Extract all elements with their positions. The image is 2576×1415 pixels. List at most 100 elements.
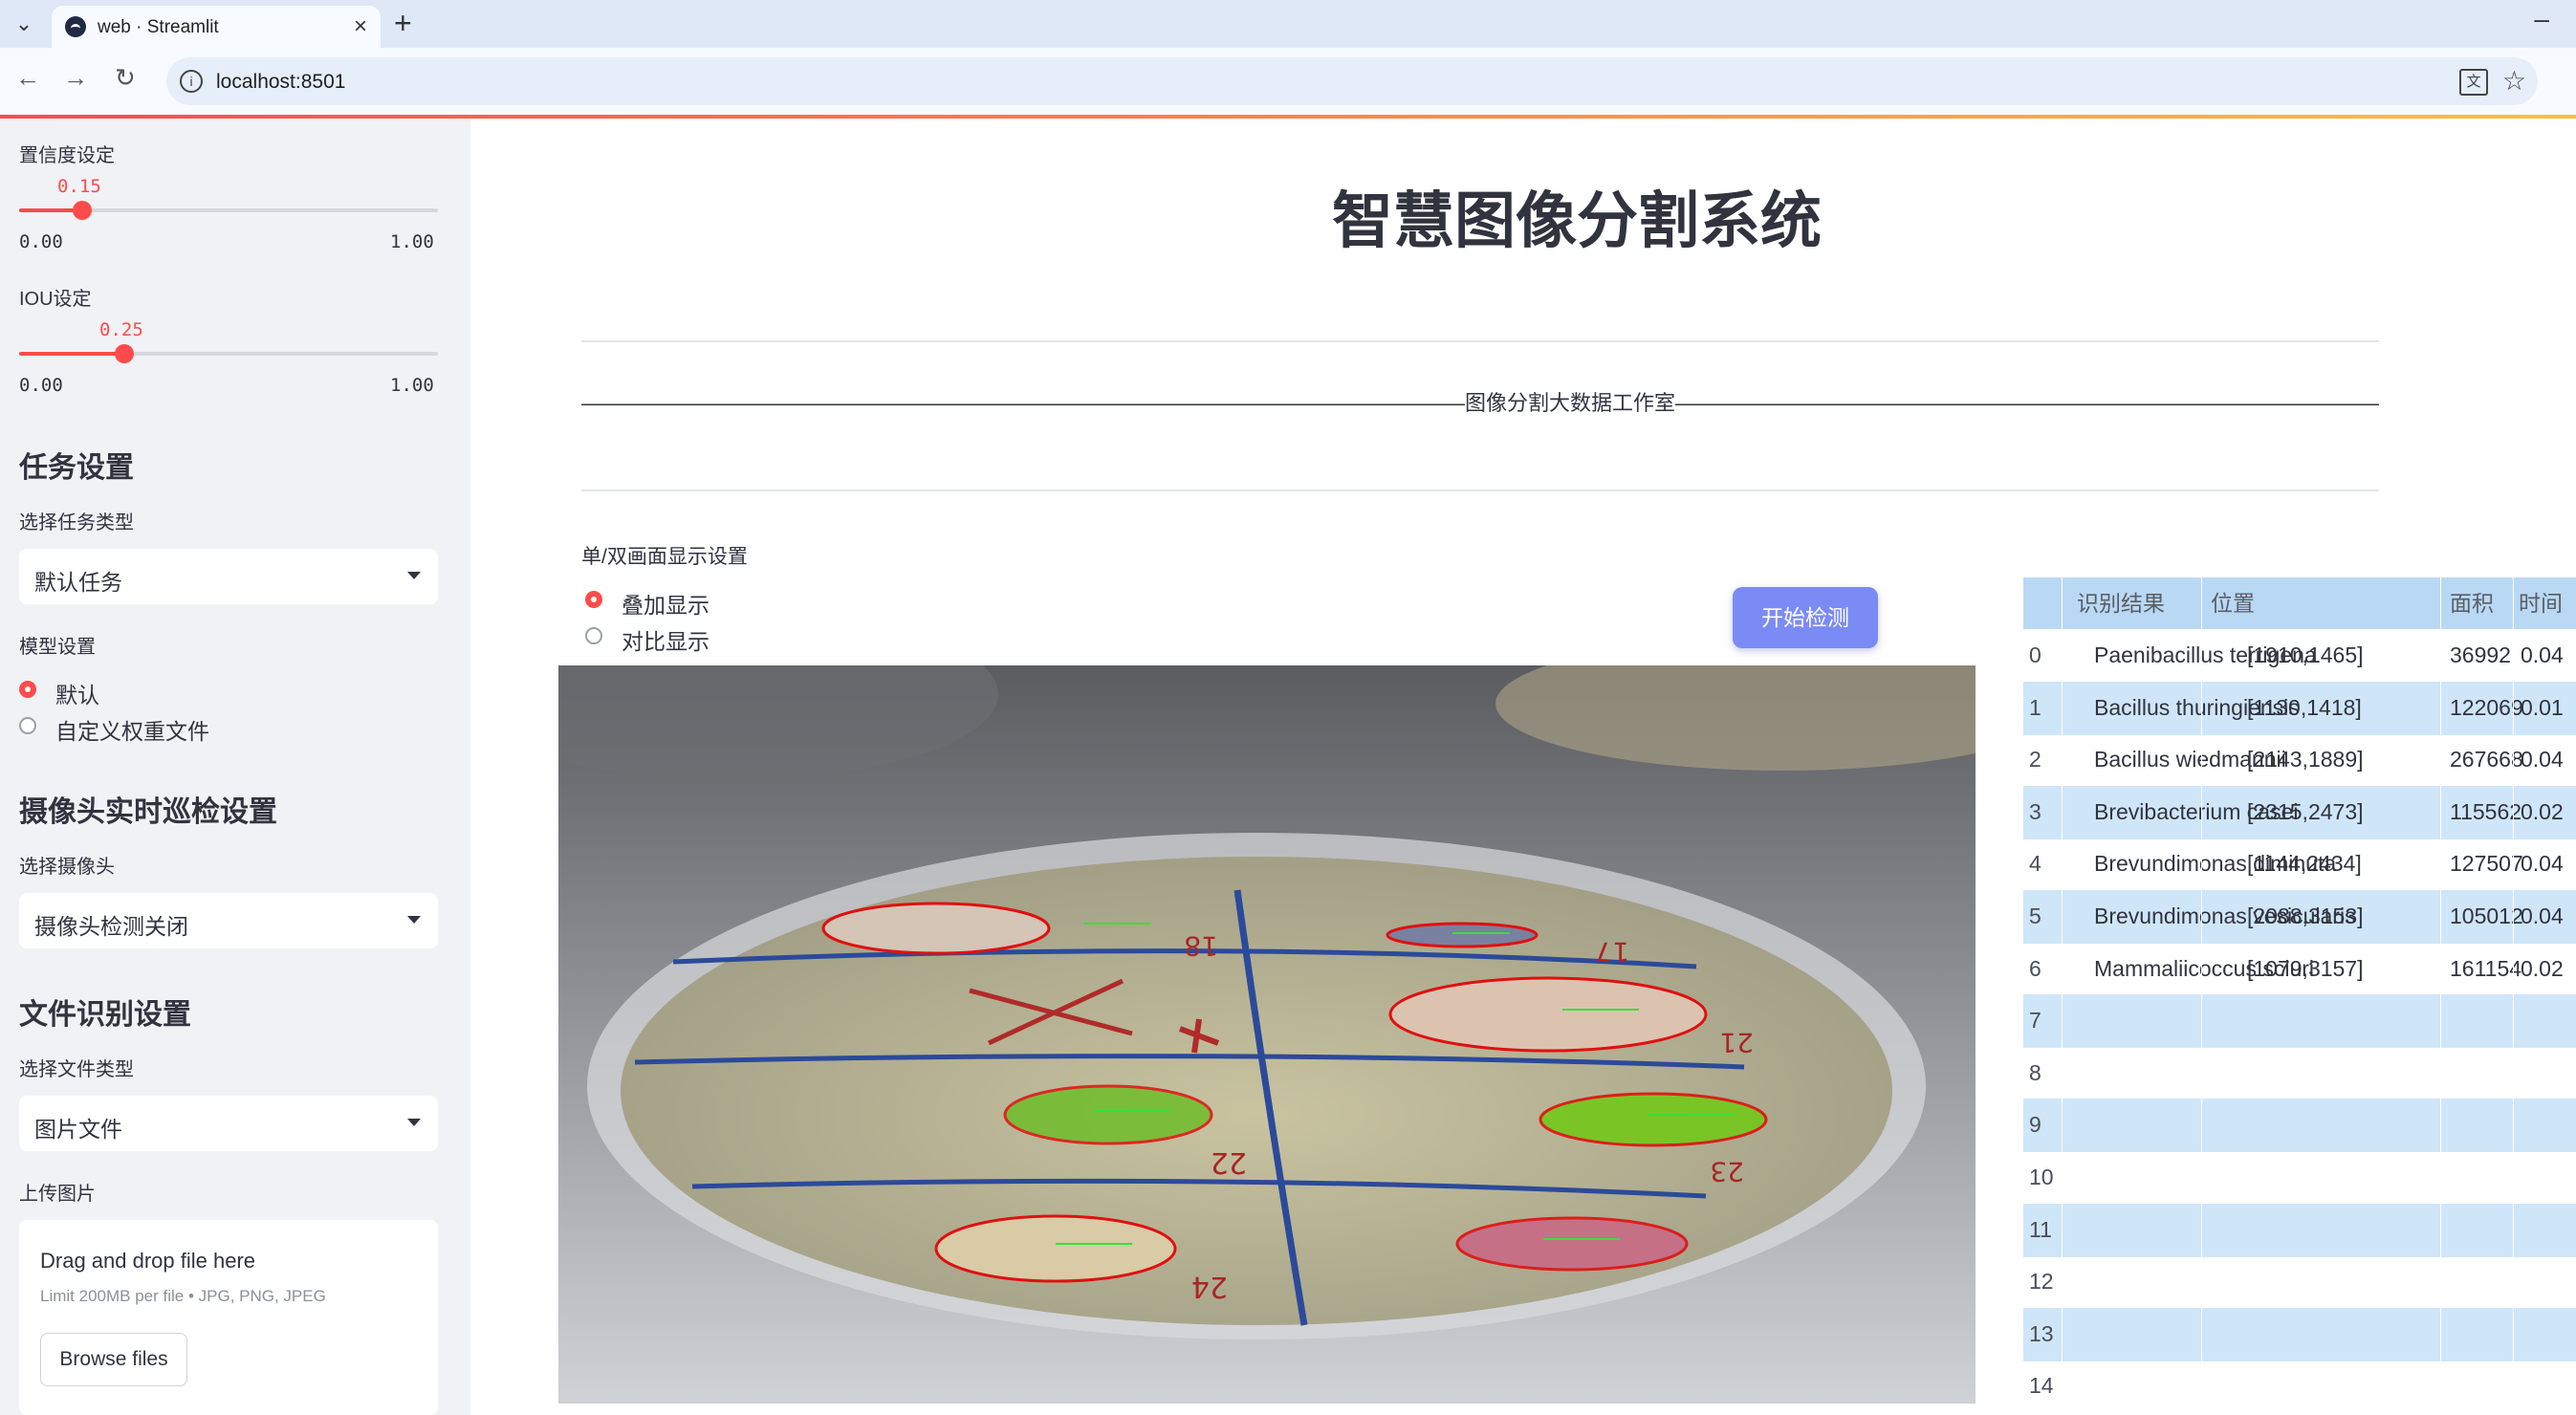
cell-area: 115562	[2450, 798, 2522, 824]
task-type-label: 选择任务类型	[19, 512, 134, 533]
chevron-down-icon	[407, 1119, 421, 1126]
tab-title: web · Streamlit	[98, 17, 219, 37]
cell-position: [1079,3157]	[2247, 955, 2364, 981]
model-label: 模型设置	[19, 637, 96, 658]
confidence-slider-thumb[interactable]	[73, 201, 92, 220]
row-index: 11	[2029, 1216, 2052, 1242]
confidence-value: 0.15	[57, 176, 101, 197]
browse-files-button[interactable]: Browse files	[40, 1333, 187, 1386]
bookmark-star-icon[interactable]: ☆	[2502, 65, 2526, 97]
divider	[581, 340, 2379, 342]
cell-position: [2088,3153]	[2247, 903, 2364, 928]
results-table[interactable]: 识别结果 位置 面积 时间 0 Paenibacillus terrigena [1…	[2023, 577, 2576, 1415]
tab-search-chevron-icon[interactable]: ⌄	[8, 8, 40, 40]
window-minimize-icon[interactable]: –	[2534, 4, 2549, 34]
row-index: 1	[2029, 694, 2041, 720]
cell-position: [2315,2473]	[2247, 798, 2364, 824]
model-option-label: 自定义权重文件	[55, 719, 209, 744]
table-row[interactable]: 6 Mammaliicoccus sciuri [1079,3157] 161154 0…	[2023, 943, 2576, 996]
row-index: 8	[2029, 1059, 2041, 1085]
reload-icon[interactable]: ↻	[115, 63, 136, 93]
sidebar: 置信度设定 0.15 0.00 1.00 IOU设定 0.25 0.00 1.0…	[0, 119, 470, 1415]
iou-slider-thumb[interactable]	[115, 344, 134, 363]
table-row[interactable]: 4 Brevundimonas diminuta [1144,2434] 127507…	[2023, 838, 2576, 891]
table-row[interactable]: 1 Bacillus thuringiensis [1130,1418] 122069…	[2023, 681, 2576, 735]
colony-overlay	[1003, 1084, 1213, 1145]
confidence-slider[interactable]	[19, 201, 438, 220]
table-row[interactable]: 8	[2023, 1047, 2576, 1100]
table-row[interactable]: 10	[2023, 1151, 2576, 1205]
task-section-heading: 任务设置	[19, 452, 134, 484]
table-header: 识别结果 位置 面积 时间	[2023, 577, 2576, 629]
colony-overlay	[1455, 1216, 1689, 1272]
radio-selected-icon[interactable]	[585, 591, 602, 608]
display-option-label: 对比显示	[622, 629, 709, 654]
column-divider	[2440, 577, 2441, 1415]
row-index: 9	[2029, 1112, 2041, 1138]
iou-value: 0.25	[99, 319, 143, 340]
column-header[interactable]: 识别结果	[2077, 577, 2165, 629]
table-row[interactable]: 12	[2023, 1255, 2576, 1309]
table-row[interactable]: 13	[2023, 1307, 2576, 1361]
site-info-icon[interactable]: i	[180, 70, 203, 93]
iou-max: 1.00	[390, 375, 434, 396]
row-index: 10	[2029, 1165, 2054, 1189]
plate-number: 21	[1719, 1027, 1754, 1058]
iou-slider-fill	[19, 352, 124, 356]
table-row[interactable]: 7	[2023, 994, 2576, 1049]
row-index: 2	[2029, 747, 2041, 773]
table-row[interactable]: 0 Paenibacillus terrigena [1910,1465] 36992…	[2023, 629, 2576, 683]
table-row[interactable]: 14	[2023, 1360, 2576, 1413]
radio-selected-icon[interactable]	[19, 681, 36, 698]
iou-slider[interactable]	[19, 344, 438, 363]
colony-overlay	[821, 902, 1051, 955]
cell-position: [1144,2434]	[2247, 851, 2362, 877]
cell-area: 36992	[2450, 642, 2511, 667]
file-type-select[interactable]: 图片文件	[19, 1096, 438, 1151]
browser-tab-bar: ⌄ web · Streamlit × + –	[0, 0, 2576, 48]
cell-time: 0.04	[2521, 903, 2564, 928]
new-tab-icon[interactable]: +	[394, 6, 412, 41]
table-row[interactable]: 3 Brevibacterium casei [2315,2473] 115562 0.…	[2023, 785, 2576, 839]
row-index: 4	[2029, 851, 2041, 877]
table-row[interactable]: 11	[2023, 1203, 2576, 1257]
file-section-heading: 文件识别设置	[19, 999, 191, 1031]
url-text[interactable]: localhost:8501	[216, 71, 345, 94]
upload-label: 上传图片	[19, 1184, 96, 1205]
task-type-select[interactable]: 默认任务	[19, 549, 438, 604]
column-header[interactable]: 时间	[2519, 577, 2563, 629]
start-detection-button[interactable]: 开始检测	[1733, 587, 1878, 648]
radio-unselected-icon[interactable]	[19, 717, 36, 734]
cell-position: [1130,1418]	[2247, 694, 2362, 720]
back-arrow-icon[interactable]: ←	[15, 63, 40, 93]
page-title: 智慧图像分割系统	[1332, 186, 1822, 255]
table-row[interactable]: 5 Brevundimonas vesicularis [2088,3153] 105…	[2023, 890, 2576, 944]
column-divider	[2201, 577, 2202, 1415]
camera-select[interactable]: 摄像头检测关闭	[19, 893, 438, 948]
petri-dish-svg: 18 17 21 22 23 24	[558, 665, 1976, 1404]
cell-area: 161154	[2450, 955, 2522, 981]
iou-min: 0.00	[19, 375, 63, 396]
translate-icon[interactable]: 文	[2459, 69, 2488, 96]
plate-number: 22	[1211, 1145, 1247, 1179]
colony-overlay	[1386, 922, 1539, 948]
browser-tab[interactable]: web · Streamlit ×	[52, 6, 381, 48]
divider	[581, 490, 2379, 491]
file-dropzone[interactable]: Drag and drop file here Limit 200MB per …	[19, 1220, 438, 1415]
column-header[interactable]: 位置	[2211, 577, 2255, 629]
colony-overlay	[1539, 1092, 1768, 1147]
url-field[interactable]: i localhost:8501 文 ☆	[166, 57, 2538, 105]
cell-time: 0.02	[2521, 798, 2564, 824]
table-row[interactable]: 9	[2023, 1099, 2576, 1153]
row-index: 0	[2029, 642, 2041, 667]
radio-unselected-icon[interactable]	[585, 627, 602, 644]
confidence-min: 0.00	[19, 231, 63, 252]
confidence-max: 1.00	[390, 231, 434, 252]
column-header[interactable]: 面积	[2450, 577, 2494, 629]
task-type-value: 默认任务	[34, 570, 122, 595]
row-index: 13	[2029, 1320, 2054, 1346]
tab-close-icon[interactable]: ×	[354, 13, 367, 40]
colony-overlay	[934, 1214, 1177, 1283]
table-row[interactable]: 2 Bacillus wiedmannii [2143,1889] 267668 0.0…	[2023, 733, 2576, 787]
forward-arrow-icon[interactable]: →	[63, 63, 88, 93]
